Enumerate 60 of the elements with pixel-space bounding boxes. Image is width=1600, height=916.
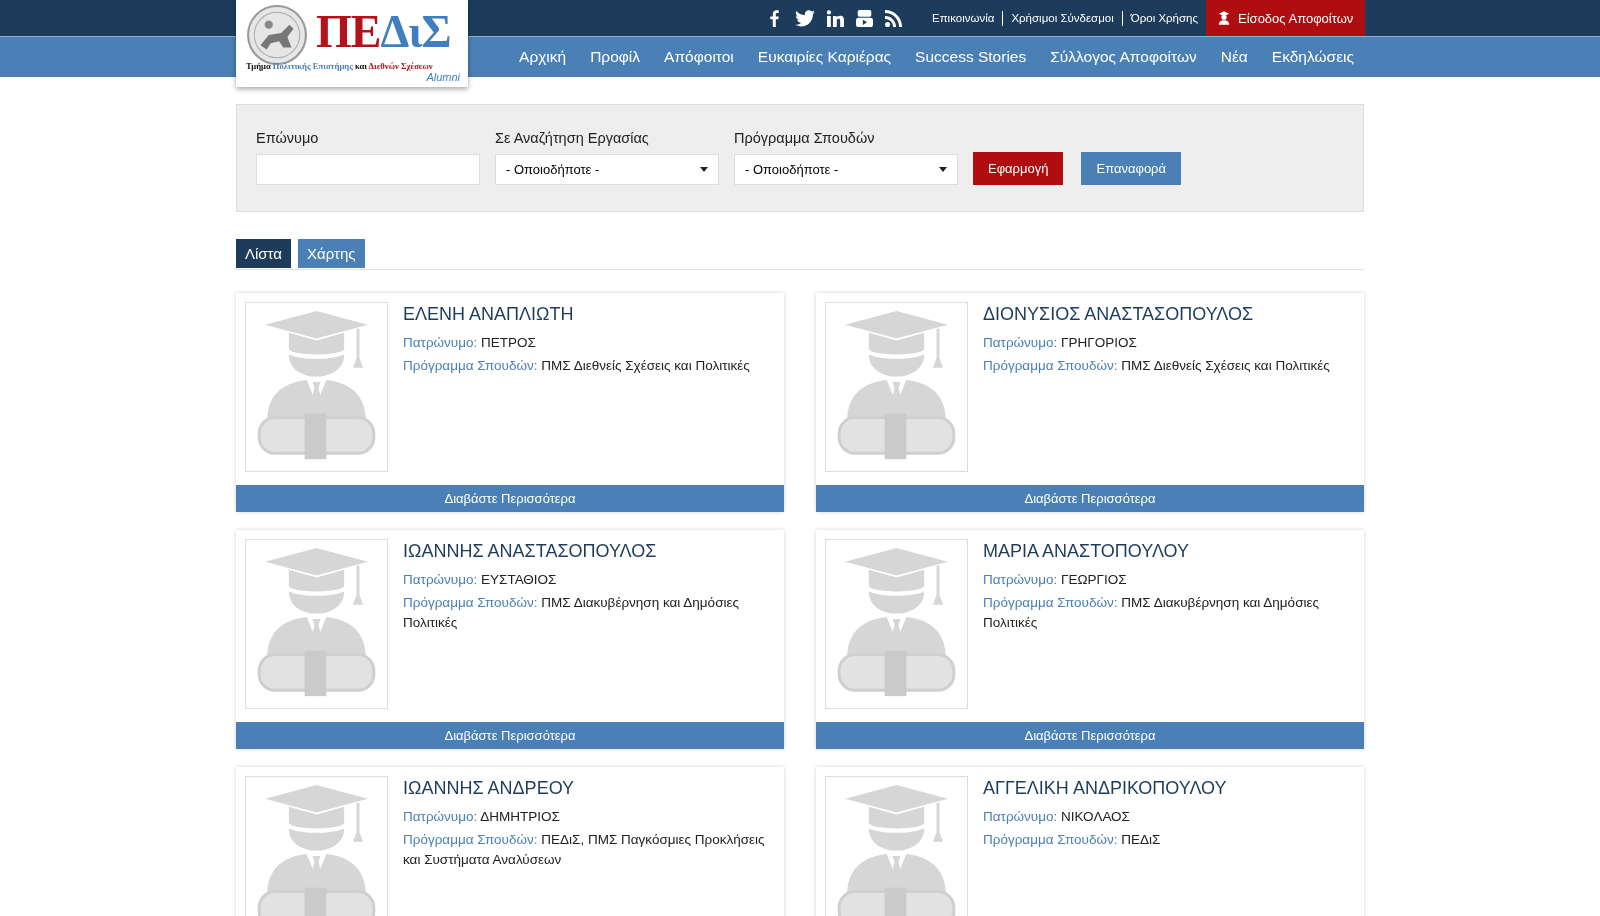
graduate-avatar-icon (825, 302, 968, 472)
nav-link[interactable]: Αρχική (507, 48, 579, 66)
read-more-button[interactable]: Διαβάστε Περισσότερα (236, 722, 784, 749)
login-button[interactable]: Είσοδος Αποφοίτων (1206, 0, 1366, 36)
view-tab[interactable]: Λίστα (236, 239, 291, 268)
logo-subtitle: Τμήμα Πολιτικής Επιστήμης και Διεθνών Σχέσεων (246, 61, 434, 71)
patronymic-text: Πατρώνυμο: ΓΕΩΡΓΙΟΣ (983, 571, 1128, 589)
surname-input[interactable] (256, 154, 480, 185)
filter-label: Επώνυμο (256, 130, 320, 146)
graduate-avatar-icon (245, 776, 388, 916)
nav-link[interactable]: Προφίλ (578, 48, 653, 66)
graduate-avatar-icon (245, 539, 388, 709)
graduate-avatar-icon (245, 302, 388, 472)
program-text: Πρόγραμμα Σπουδών: ΠΕΔιΣ, ΠΜΣ Παγκόσμιες Προκλήσεις και Συστήματα Αναλύσεων (403, 831, 766, 869)
top-link[interactable]: Επικοινωνία (924, 10, 1003, 26)
alumnus-name: ΑΓΓΕΛΙΚΗ ΑΝΔΡΙΚΟΠΟΥΛΟΥ (983, 778, 1228, 799)
patronymic-text: Πατρώνυμο: ΠΕΤΡΟΣ (403, 334, 537, 352)
patronymic-text: Πατρώνυμο: ΔΗΜΗΤΡΙΟΣ (403, 808, 561, 826)
graduate-icon (1218, 11, 1231, 25)
linkedin-icon[interactable] (827, 9, 844, 27)
patronymic-text: Πατρώνυμο: ΓΡΗΓΟΡΙΟΣ (983, 334, 1138, 352)
logo-card[interactable]: ΠΕΔιΣ Τμήμα Πολιτικής Επιστήμης και Διεθνών Σχέσεων Alumni (236, 0, 468, 87)
bird-icon[interactable] (795, 9, 815, 27)
alumnus-name: ΜΑΡΙΑ ΑΝΑΣΤΟΠΟΥΛΟΥ (983, 541, 1190, 562)
top-link[interactable]: Χρήσιμοι Σύνδεσμοι (1002, 10, 1122, 26)
nav-link[interactable]: Ευκαιρίες Καριέρας (745, 48, 904, 66)
select-field[interactable]: - Οποιοδήποτε - (495, 154, 719, 185)
program-text: Πρόγραμμα Σπουδών: ΠΕΔιΣ (983, 831, 1162, 849)
reset-button[interactable]: Επαναφορά (1081, 152, 1182, 185)
program-text: Πρόγραμμα Σπουδών: ΠΜΣ Διακυβέρνηση και Δημόσιες Πολιτικές (983, 594, 1320, 632)
filter-label: Σε Αναζήτηση Εργασίας (495, 130, 650, 146)
graduate-avatar-icon (825, 776, 968, 916)
video-logo-icon[interactable] (856, 9, 873, 27)
filter-label: Πρόγραμμα Σπουδών (734, 130, 876, 146)
program-text: Πρόγραμμα Σπουδών: ΠΜΣ Διακυβέρνηση και Δημόσιες Πολιτικές (403, 594, 740, 632)
alumnus-name: ΙΩΑΝΝΗΣ ΑΝΑΣΤΑΣΟΠΟΥΛΟΣ (403, 541, 658, 562)
logo-tagline: Alumni (425, 71, 460, 83)
alumnus-name: ΕΛΕΝΗ ΑΝΑΠΛΙΩΤΗ (403, 304, 575, 325)
rss-icon[interactable] (885, 9, 902, 27)
patronymic-text: Πατρώνυμο: ΝΙΚΟΛΑΟΣ (983, 808, 1131, 826)
nav-link[interactable]: Νέα (1208, 48, 1260, 66)
nav-link[interactable]: Σύλλογος Αποφοίτων (1038, 48, 1209, 66)
nav-link[interactable]: Απόφοιτοι (652, 48, 746, 66)
program-text: Πρόγραμμα Σπουδών: ΠΜΣ Διεθνείς Σχέσεις και Πολιτικές (403, 357, 751, 375)
nav-link[interactable]: Εκδηλώσεις (1259, 48, 1364, 66)
read-more-button[interactable]: Διαβάστε Περισσότερα (816, 485, 1364, 512)
graduate-avatar-icon (825, 539, 968, 709)
logo-title: ΠΕΔιΣ (316, 9, 451, 55)
nav-link[interactable]: Success Stories (903, 48, 1039, 66)
read-more-button[interactable]: Διαβάστε Περισσότερα (816, 722, 1364, 749)
alumnus-name: ΙΩΑΝΝΗΣ ΑΝΔΡΕΟΥ (403, 778, 576, 799)
caret-icon (700, 167, 708, 172)
apply-button[interactable]: Εφαρμογή (973, 152, 1064, 185)
alumnus-name: ΔΙΟΝΥΣΙΟΣ ΑΝΑΣΤΑΣΟΠΟΥΛΟΣ (983, 304, 1255, 325)
view-tab[interactable]: Χάρτης (298, 239, 365, 268)
select-field[interactable]: - Οποιοδήποτε - (734, 154, 958, 185)
program-text: Πρόγραμμα Σπουδών: ΠΜΣ Διεθνείς Σχέσεις και Πολιτικές (983, 357, 1331, 375)
caret-icon (939, 167, 947, 172)
patronymic-text: Πατρώνυμο: ΕΥΣΤΑΘΙΟΣ (403, 571, 558, 589)
read-more-button[interactable]: Διαβάστε Περισσότερα (236, 485, 784, 512)
